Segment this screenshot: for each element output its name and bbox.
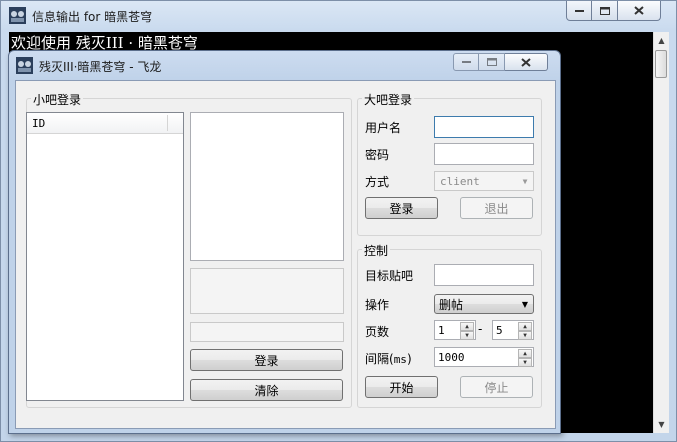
spin-down-icon[interactable]: ▼ — [460, 331, 474, 340]
scroll-down-button[interactable]: ▼ — [654, 416, 669, 433]
password-label: 密码 — [365, 148, 390, 162]
dialog-title: 残灭III·暗黑苍穹 - 飞龙 — [39, 60, 162, 74]
small-login-button[interactable]: 登录 — [190, 349, 343, 371]
small-clear-button[interactable]: 清除 — [190, 379, 343, 401]
method-select[interactable]: client ▼ — [434, 171, 534, 191]
page-from-value: 1 — [438, 323, 445, 337]
start-button[interactable]: 开始 — [365, 376, 438, 398]
target-bar-input[interactable] — [434, 264, 534, 286]
big-logout-button[interactable]: 退出 — [460, 197, 533, 219]
stop-button[interactable]: 停止 — [460, 376, 533, 398]
id-list-header: ID — [27, 113, 183, 134]
dialog-caption-buttons — [453, 53, 548, 71]
spin-up-icon[interactable]: ▲ — [518, 322, 532, 331]
username-label: 用户名 — [365, 121, 402, 135]
app-icon — [9, 7, 26, 24]
dialog-maximize-button[interactable] — [479, 53, 505, 71]
page-from-spinner[interactable]: 1 ▲ ▼ — [434, 320, 476, 340]
control-group-label: 控制 — [362, 242, 391, 259]
spin-up-icon[interactable]: ▲ — [460, 322, 474, 331]
page-to-spinner[interactable]: 5 ▲ ▼ — [492, 320, 534, 340]
window-title: 信息输出 for 暗黑苍穹 — [32, 10, 153, 24]
operation-select[interactable]: 删帖 ▼ — [434, 294, 534, 314]
method-label: 方式 — [365, 175, 390, 189]
minimize-icon — [461, 61, 471, 63]
dialog-close-button[interactable] — [505, 53, 548, 71]
pages-label: 页数 — [365, 325, 390, 339]
id-list[interactable]: ID — [26, 112, 184, 401]
maximize-icon — [599, 6, 610, 15]
arrow-up-icon: ▲ — [658, 36, 665, 45]
small-login-textbox[interactable] — [190, 112, 344, 261]
operation-select-value: 删帖 — [439, 297, 464, 312]
close-button[interactable] — [618, 1, 661, 21]
maximize-icon — [486, 58, 497, 66]
page-to-value: 5 — [496, 323, 503, 337]
interval-spin-buttons: ▲ ▼ — [518, 349, 532, 367]
maximize-button[interactable] — [592, 1, 618, 21]
target-bar-label: 目标贴吧 — [365, 269, 414, 283]
column-separator[interactable] — [167, 115, 168, 131]
method-select-value: client — [440, 174, 480, 188]
scroll-up-button[interactable]: ▲ — [654, 32, 669, 49]
chevron-down-icon: ▼ — [522, 176, 528, 186]
minimize-icon — [574, 9, 584, 12]
dialog-minimize-button[interactable] — [453, 53, 479, 71]
interval-label: 间隔(ms) — [365, 350, 412, 367]
app-icon — [16, 57, 33, 74]
page-from-spin-buttons: ▲ ▼ — [460, 322, 474, 340]
username-input[interactable] — [434, 116, 534, 138]
page-to-spin-buttons: ▲ ▼ — [518, 322, 532, 340]
interval-spinner[interactable]: 1000 ▲ ▼ — [434, 347, 534, 367]
interval-label-unit: ms — [393, 353, 407, 366]
big-login-group-label: 大吧登录 — [362, 91, 415, 108]
password-input[interactable] — [434, 143, 534, 165]
scroll-thumb[interactable] — [655, 50, 667, 78]
spin-up-icon[interactable]: ▲ — [518, 349, 532, 358]
id-column-header[interactable]: ID — [32, 117, 45, 130]
console-scrollbar[interactable]: ▲ ▼ — [653, 32, 669, 433]
close-icon — [521, 57, 531, 67]
spin-down-icon[interactable]: ▼ — [518, 331, 532, 340]
interval-value: 1000 — [438, 350, 465, 364]
small-login-group-label: 小吧登录 — [31, 91, 84, 108]
chevron-down-icon: ▼ — [521, 299, 529, 309]
small-login-progress-field — [190, 322, 344, 342]
interval-label-suffix: ) — [406, 352, 412, 366]
small-login-status-box — [190, 268, 344, 314]
window-caption-buttons — [566, 1, 661, 21]
arrow-down-icon: ▼ — [658, 420, 665, 429]
big-login-button[interactable]: 登录 — [365, 197, 438, 219]
page-range-separator: - — [478, 322, 483, 336]
operation-label: 操作 — [365, 298, 390, 312]
interval-label-prefix: 间隔( — [365, 352, 394, 366]
minimize-button[interactable] — [566, 1, 592, 21]
spin-down-icon[interactable]: ▼ — [518, 358, 532, 367]
close-icon — [634, 6, 644, 15]
